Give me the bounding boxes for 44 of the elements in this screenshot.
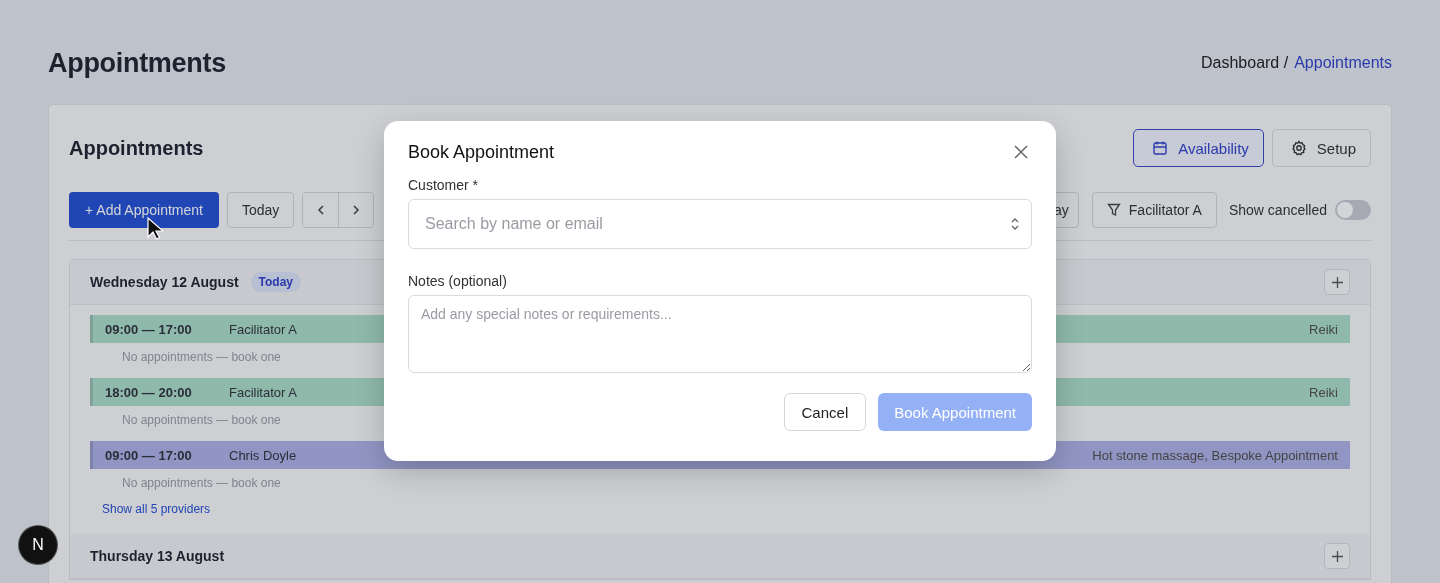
slot-time: 09:00 — 17:00 [105, 321, 193, 337]
dev-badge[interactable]: N [19, 526, 57, 564]
add-appointment-button[interactable]: + Add Appointment [69, 192, 219, 228]
breadcrumb-link[interactable]: Dashboard / [1201, 54, 1289, 72]
field-label: Customer * [408, 177, 480, 193]
field-label: Notes (optional) [408, 273, 508, 289]
page-title: Appointments [48, 47, 226, 79]
notes-field[interactable]: Add any special notes or requirements... [408, 295, 1032, 373]
slot-services: Hot stone massage, Bespoke Appointment [1092, 447, 1338, 463]
calendar-icon [1152, 140, 1169, 156]
slot-time: 18:00 — 20:00 [105, 384, 193, 400]
filter-icon [1106, 203, 1121, 217]
header-button[interactable]: Setup [1271, 129, 1371, 167]
close-icon [1014, 145, 1028, 159]
empty-slot-note: No appointments — book one [122, 413, 281, 427]
sort-chevrons-icon [1010, 216, 1020, 232]
slot-services: Reiki [1309, 321, 1338, 337]
breadcrumb-link[interactable]: Appointments [1294, 54, 1392, 72]
empty-slot-note: No appointments — book one [122, 476, 281, 490]
dialog-title: Book Appointment [408, 141, 555, 163]
customer-select[interactable]: Search by name or email [408, 199, 1032, 249]
plus-icon [1331, 276, 1343, 288]
slot-services: Reiki [1309, 384, 1338, 400]
filter-button[interactable]: Facilitator A [1091, 192, 1217, 228]
show-cancelled-label: Show cancelled [1228, 202, 1327, 218]
slot-provider: Facilitator A [229, 384, 297, 400]
header-button[interactable]: Availability [1133, 129, 1264, 167]
cancel-button[interactable]: Cancel [783, 393, 867, 431]
show-all-providers-link[interactable]: Show all 5 providers [102, 502, 211, 516]
show-cancelled-toggle[interactable] [1335, 200, 1371, 220]
empty-slot-note: No appointments — book one [122, 350, 281, 364]
slot-provider: Chris Doyle [229, 447, 297, 463]
slot-time: 09:00 — 17:00 [105, 447, 193, 463]
day-title: Thursday 13 August [90, 548, 225, 564]
slot-provider: Facilitator A [229, 321, 297, 337]
add-button[interactable] [1324, 543, 1350, 569]
settings-icon [1290, 140, 1307, 156]
day-title: Wednesday 12 August [90, 274, 239, 290]
today-badge: Today [250, 272, 302, 292]
card-title: Appointments [69, 136, 204, 160]
today-button[interactable]: Today [226, 192, 295, 228]
mouse-pointer-icon [147, 217, 163, 241]
plus-icon [1331, 550, 1343, 562]
add-button[interactable] [1324, 269, 1350, 295]
